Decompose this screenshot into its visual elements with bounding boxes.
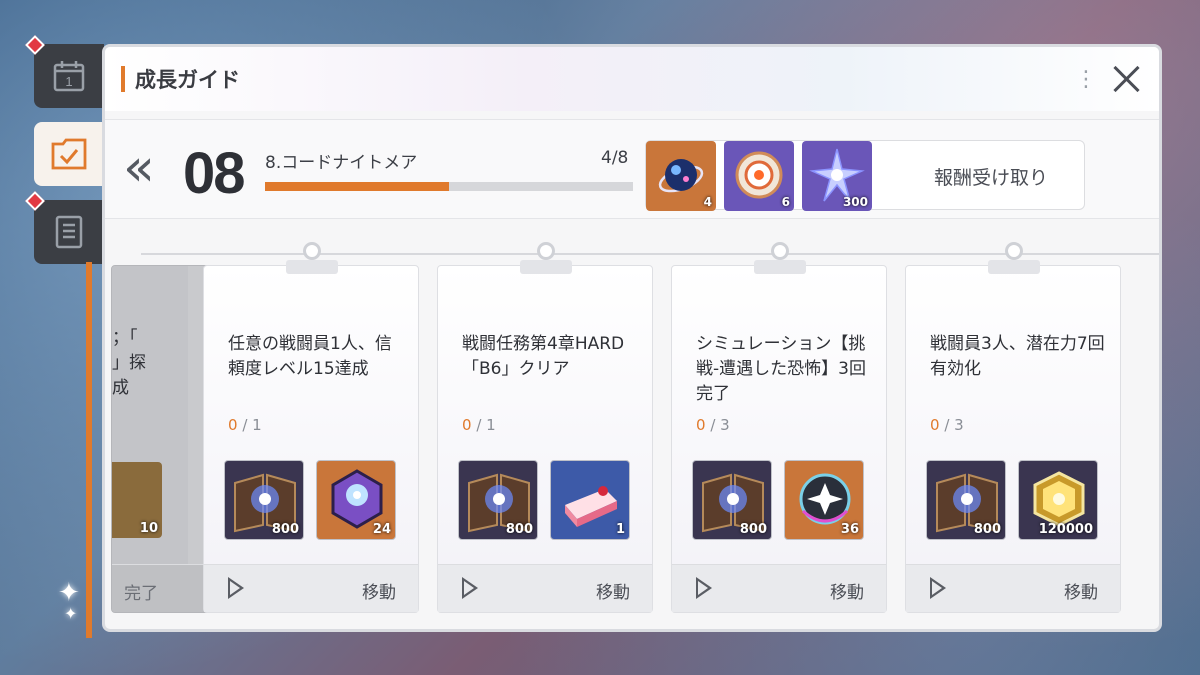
card-clip — [286, 242, 338, 276]
task-card[interactable]: 戦闘任務第4章HARD「B6」クリア 0 / 1 800 1 移動 — [437, 242, 653, 613]
move-button[interactable]: 移動 — [1064, 578, 1098, 603]
play-icon[interactable] — [462, 577, 478, 599]
task-title: 任意の戦闘員1人、信頼度レベル15達成 — [228, 334, 392, 379]
play-icon[interactable] — [228, 577, 244, 599]
card-clip — [754, 242, 806, 276]
reward-qty: 120000 — [1038, 522, 1093, 537]
completed-label: 完了 — [124, 584, 158, 604]
reward-qty: 6 — [781, 195, 790, 209]
card-footer: 移動 — [906, 564, 1120, 612]
task-progress: 0 / 3 — [696, 416, 730, 434]
reward-qty: 4 — [703, 195, 712, 209]
play-icon[interactable] — [930, 577, 946, 599]
side-tab-calendar[interactable]: 1 — [25, 35, 104, 108]
task-card-carousel[interactable]: ；「 」探 成 10 完了 任意の戦闘員1人、信頼度レベル15達成 0 / 1 — [111, 242, 1159, 627]
stage-name: 8.コードナイトメア — [265, 153, 418, 173]
stage-row: « 08 8.コードナイトメア 4/8 4 6 300 報酬受け取り — [105, 119, 1159, 219]
title-accent — [121, 66, 125, 92]
partial-text-line: 成 — [112, 378, 129, 398]
side-tab-notes[interactable] — [25, 191, 104, 264]
stage-number: 08 — [183, 141, 245, 206]
task-rewards: 800 1 — [458, 460, 634, 540]
side-tab-guide[interactable] — [34, 122, 104, 186]
reward-qty: 24 — [372, 522, 391, 537]
partial-text-line: 」探 — [112, 353, 146, 373]
task-progress: 0 / 1 — [228, 416, 262, 434]
reward-item[interactable]: 4 — [646, 141, 716, 211]
task-card[interactable]: シミュレーション【挑戦-遭遇した恐怖】3回完了 0 / 3 800 36 移動 — [671, 242, 887, 613]
claim-reward-button[interactable]: 報酬受け取り — [934, 163, 1048, 190]
panel-header: 成長ガイド ⋮ — [105, 47, 1159, 111]
task-progress: 0 / 1 — [462, 416, 496, 434]
reward-item[interactable]: 800 — [692, 460, 772, 540]
reward-qty: 10 — [139, 521, 158, 536]
stage-progress-bar — [265, 182, 633, 191]
move-button[interactable]: 移動 — [596, 578, 630, 603]
more-dots-icon: ⋮ — [1075, 66, 1097, 92]
reward-qty: 1 — [615, 522, 625, 537]
reward-qty: 800 — [973, 522, 1001, 537]
close-button[interactable] — [1109, 62, 1143, 96]
card-footer: 移動 — [672, 564, 886, 612]
reward-icon: 10 — [112, 462, 162, 538]
stage-progress: 4/8 — [601, 148, 629, 168]
task-title: シミュレーション【挑戦-遭遇した恐怖】3回完了 — [696, 334, 866, 404]
calendar-icon: 1 — [53, 61, 85, 92]
reward-qty: 36 — [840, 522, 859, 537]
sparkle-icon: ✦ — [64, 604, 78, 623]
reward-qty: 300 — [842, 195, 868, 209]
task-title: 戦闘員3人、潜在力7回有効化 — [930, 334, 1105, 379]
reward-item[interactable]: 24 — [316, 460, 396, 540]
stage-progress-fill — [265, 182, 449, 191]
page-title: 成長ガイド — [135, 68, 240, 92]
reward-item[interactable]: 36 — [784, 460, 864, 540]
task-rewards: 800 24 — [224, 460, 400, 540]
calendar-day: 1 — [65, 74, 72, 89]
task-rewards: 800 36 — [692, 460, 868, 540]
task-progress: 0 / 3 — [930, 416, 964, 434]
task-card[interactable]: 任意の戦闘員1人、信頼度レベル15達成 0 / 1 800 24 移動 — [203, 242, 419, 613]
reward-item[interactable]: 120000 — [1018, 460, 1098, 540]
reward-item[interactable]: 6 — [724, 141, 794, 211]
reward-qty: 800 — [505, 522, 533, 537]
prev-stage-button[interactable]: « — [123, 142, 155, 194]
task-card[interactable]: 戦闘員3人、潜在力7回有効化 0 / 3 800 120000 移動 — [905, 242, 1121, 613]
play-icon[interactable] — [696, 577, 712, 599]
card-footer: 移動 — [204, 564, 418, 612]
card-clip — [988, 242, 1040, 276]
notebook-icon — [55, 215, 83, 249]
task-title: 戦闘任務第4章HARD「B6」クリア — [462, 334, 625, 379]
accent-strip — [86, 262, 92, 638]
stage-reward-box[interactable]: 4 6 300 報酬受け取り — [645, 140, 1085, 211]
card-footer: 移動 — [438, 564, 652, 612]
reward-item[interactable]: 800 — [926, 460, 1006, 540]
reward-item[interactable]: 800 — [224, 460, 304, 540]
reward-item[interactable]: 300 — [802, 141, 872, 211]
card-clip — [520, 242, 572, 276]
reward-item[interactable]: 1 — [550, 460, 630, 540]
move-button[interactable]: 移動 — [362, 578, 396, 603]
move-button[interactable]: 移動 — [830, 578, 864, 603]
reward-qty: 800 — [739, 522, 767, 537]
task-rewards: 800 120000 — [926, 460, 1102, 540]
growth-guide-panel: 成長ガイド ⋮ « 08 8.コードナイトメア 4/8 4 6 300 報酬受け… — [102, 44, 1162, 632]
partial-text-line: ；「 — [112, 328, 138, 348]
checklist-icon — [51, 138, 87, 170]
reward-qty: 800 — [271, 522, 299, 537]
reward-item[interactable]: 800 — [458, 460, 538, 540]
